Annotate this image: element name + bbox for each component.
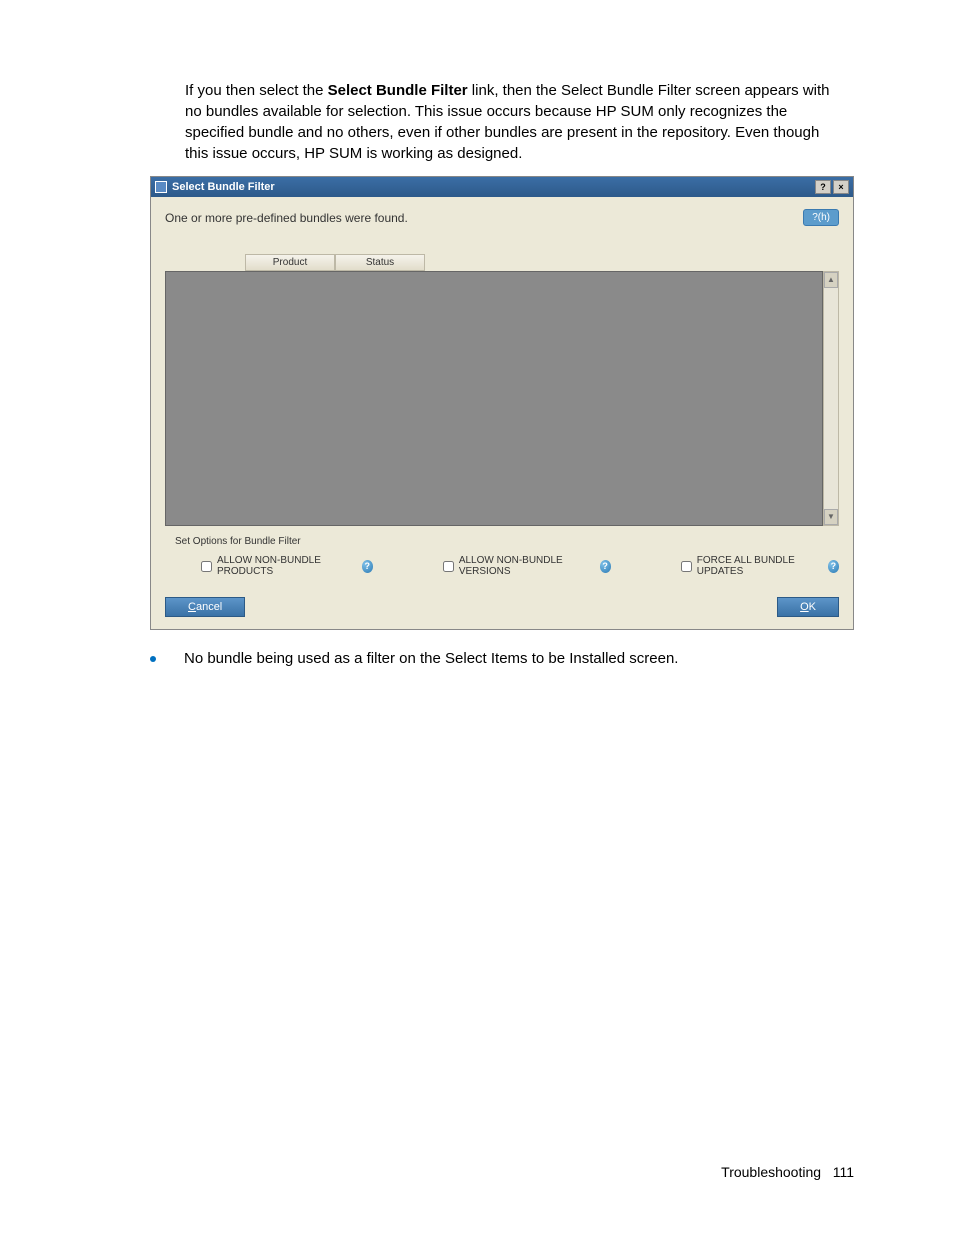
bullet-row: No bundle being used as a filter on the … [150,650,854,667]
checkbox-nonbundle-products[interactable] [201,561,212,572]
footer-page: 111 [833,1164,854,1180]
titlebar: Select Bundle Filter ? × [151,177,853,197]
opt-allow-nonbundle-versions[interactable]: ALLOW NON-BUNDLE VERSIONS ? [443,555,611,577]
scrollbar[interactable]: ▲ ▼ [823,271,839,526]
close-window-button[interactable]: × [833,180,849,194]
cancel-accel: C [188,601,196,613]
para-pre: If you then select the [185,82,328,99]
ok-accel: O [800,601,809,613]
ok-rest: K [809,601,816,613]
scroll-up-button[interactable]: ▲ [824,272,838,288]
options-label: Set Options for Bundle Filter [151,526,853,551]
options-row: ALLOW NON-BUNDLE PRODUCTS ? ALLOW NON-BU… [151,551,853,591]
opt-force-bundle-updates[interactable]: FORCE ALL BUNDLE UPDATES ? [681,555,839,577]
opt2-label: ALLOW NON-BUNDLE VERSIONS [459,555,595,577]
scroll-track[interactable] [824,288,838,509]
intro-paragraph: If you then select the Select Bundle Fil… [185,80,846,164]
scroll-down-button[interactable]: ▼ [824,509,838,525]
checkbox-nonbundle-versions[interactable] [443,561,454,572]
cancel-rest: ancel [196,601,222,613]
message-row: One or more pre-defined bundles were fou… [151,197,853,234]
table-body-empty [165,271,823,526]
help-icon[interactable]: ? [362,560,373,573]
checkbox-force-updates[interactable] [681,561,692,572]
column-product[interactable]: Product [245,254,335,271]
bullet-icon [150,656,156,662]
table-header: Product Status [151,254,853,271]
opt-allow-nonbundle-products[interactable]: ALLOW NON-BUNDLE PRODUCTS ? [201,555,373,577]
column-status[interactable]: Status [335,254,425,271]
ok-button[interactable]: OK [777,597,839,617]
opt3-label: FORCE ALL BUNDLE UPDATES [697,555,823,577]
window-title: Select Bundle Filter [172,181,275,193]
cancel-button[interactable]: Cancel [165,597,245,617]
help-badge[interactable]: ?(h) [803,209,839,226]
footer-section: Troubleshooting [721,1164,821,1180]
para-bold: Select Bundle Filter [328,82,468,99]
help-icon[interactable]: ? [600,560,611,573]
app-icon [155,181,167,193]
bullet-text: No bundle being used as a filter on the … [184,650,678,667]
help-icon[interactable]: ? [828,560,839,573]
opt1-label: ALLOW NON-BUNDLE PRODUCTS [217,555,357,577]
dialog-screenshot: Select Bundle Filter ? × One or more pre… [150,176,854,630]
help-window-button[interactable]: ? [815,180,831,194]
found-message: One or more pre-defined bundles were fou… [165,211,803,225]
page-footer: Troubleshooting 111 [721,1164,854,1180]
button-row: Cancel OK [151,591,853,629]
